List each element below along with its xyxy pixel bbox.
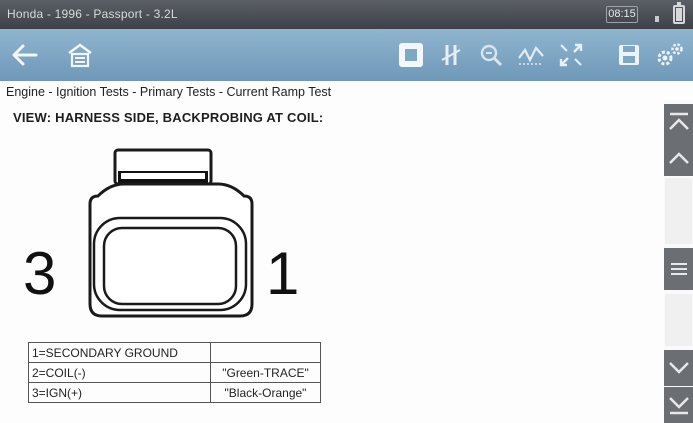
table-row: 1=SECONDARY GROUND xyxy=(28,342,321,363)
pin-table: 1=SECONDARY GROUND 2=COIL(-) "Green-TRAC… xyxy=(28,342,321,403)
save-button[interactable] xyxy=(611,37,647,73)
grip-icon xyxy=(670,263,687,275)
breadcrumb: Engine - Ignition Tests - Primary Tests … xyxy=(6,85,332,99)
settings-button[interactable] xyxy=(652,37,688,73)
scroll-track-lower[interactable] xyxy=(665,294,692,346)
chevron-down-icon xyxy=(668,362,689,374)
home-button[interactable] xyxy=(62,37,98,73)
signal-icon xyxy=(655,16,659,22)
title-bar: Honda - 1996 - Passport - 3.2L 08:15 xyxy=(0,0,693,29)
pin-label-right: 1 xyxy=(266,240,299,307)
wire-cell: "Green-TRACE" xyxy=(210,362,321,383)
pin-cell: 2=COIL(-) xyxy=(28,362,211,383)
zoom-button[interactable] xyxy=(473,37,509,73)
settings-icon xyxy=(657,43,683,66)
battery-icon xyxy=(673,2,685,24)
scroll-up-button[interactable] xyxy=(664,140,693,176)
vehicle-title: Honda - 1996 - Passport - 3.2L xyxy=(7,7,178,21)
scroll-bottom-button[interactable] xyxy=(664,387,693,423)
scroll-thumb[interactable] xyxy=(664,248,693,290)
zoom-icon xyxy=(480,44,503,67)
expand-icon xyxy=(559,43,583,67)
connector-latch-slot xyxy=(121,173,205,179)
table-row: 3=IGN(+) "Black-Orange" xyxy=(28,382,321,403)
double-chevron-up-icon xyxy=(668,112,689,130)
pin-label-left: 3 xyxy=(23,240,56,307)
back-arrow-icon xyxy=(12,44,38,66)
pin-cell: 3=IGN(+) xyxy=(28,382,211,403)
home-icon xyxy=(68,43,92,68)
back-button[interactable] xyxy=(6,37,42,73)
pause-icon xyxy=(441,45,461,65)
view-title: VIEW: HARNESS SIDE, BACKPROBING AT COIL: xyxy=(13,110,324,125)
screen: Honda - 1996 - Passport - 3.2L 08:15 Eng… xyxy=(0,0,693,423)
scroll-down-button[interactable] xyxy=(664,350,693,386)
stop-button[interactable] xyxy=(393,37,429,73)
toolbar xyxy=(0,29,693,81)
chevron-up-icon xyxy=(668,152,689,164)
scope-icon xyxy=(518,46,544,65)
pause-button[interactable] xyxy=(433,37,469,73)
connector-cavity xyxy=(102,226,238,306)
wire-cell: "Black-Orange" xyxy=(210,382,321,403)
wire-cell xyxy=(210,342,321,363)
scope-button[interactable] xyxy=(513,37,549,73)
stop-icon xyxy=(399,43,423,67)
coil-connector-diagram: 3 1 xyxy=(23,148,299,318)
pin-cell: 1=SECONDARY GROUND xyxy=(28,342,211,363)
scroll-top-button[interactable] xyxy=(664,104,693,140)
scrollbar[interactable] xyxy=(664,100,693,423)
double-chevron-down-icon xyxy=(668,397,689,415)
clock: 08:15 xyxy=(606,6,638,23)
table-row: 2=COIL(-) "Green-TRACE" xyxy=(28,362,321,383)
save-icon xyxy=(619,45,639,65)
scroll-track-upper[interactable] xyxy=(665,178,692,244)
expand-button[interactable] xyxy=(553,37,589,73)
